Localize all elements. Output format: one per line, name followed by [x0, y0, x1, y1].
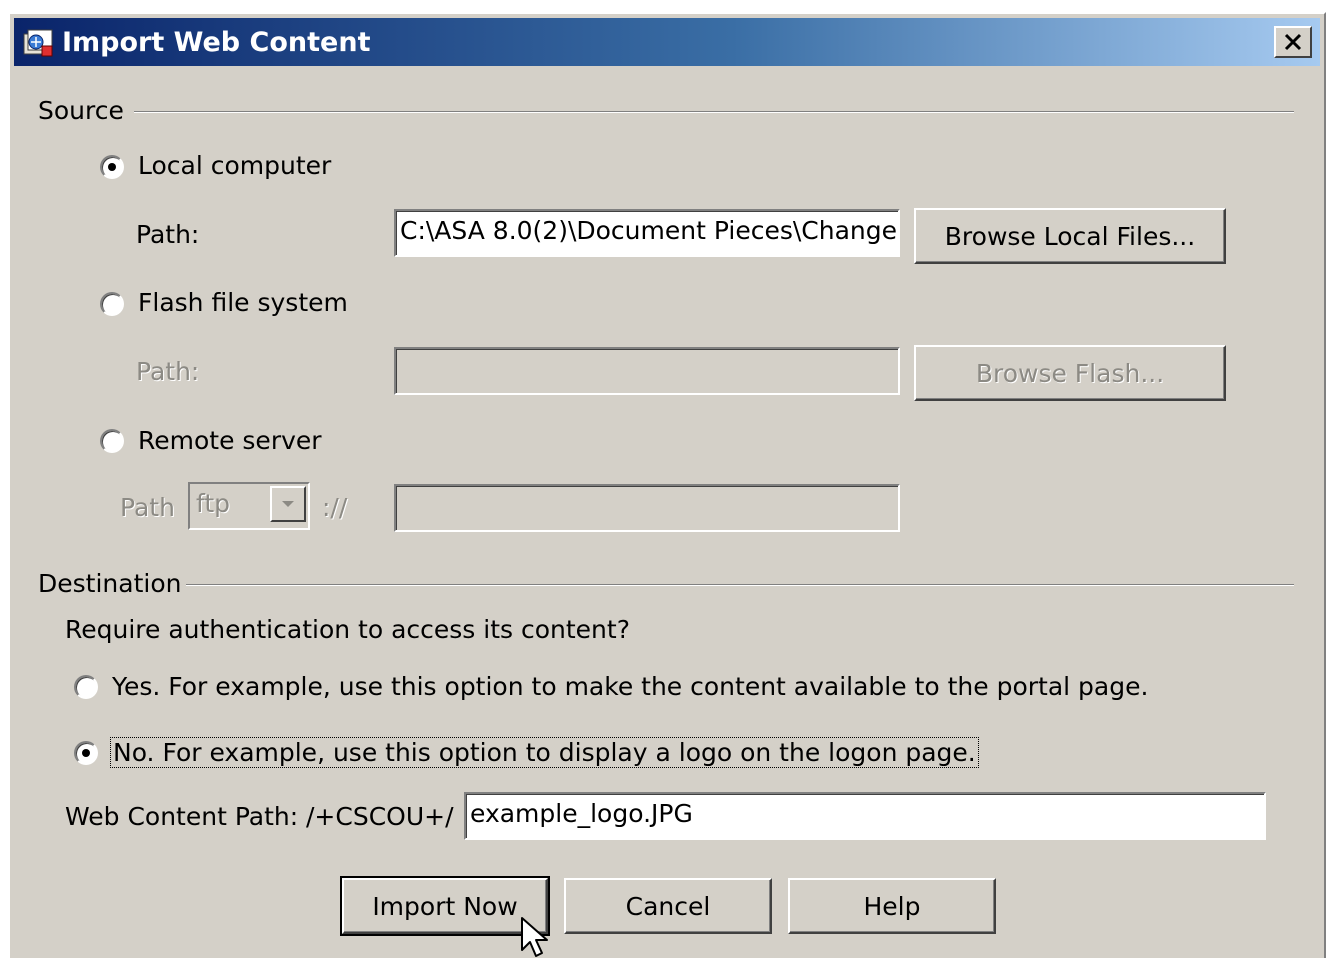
help-label: Help — [863, 891, 921, 921]
protocol-select[interactable]: ftp — [188, 482, 310, 530]
local-path-label: Path: — [136, 220, 200, 249]
auth-yes-label[interactable]: Yes. For example, use this option to mak… — [112, 672, 1148, 701]
destination-group-label: Destination — [38, 569, 182, 598]
close-icon — [1284, 33, 1302, 51]
local-computer-label[interactable]: Local computer — [138, 151, 331, 180]
close-button[interactable] — [1274, 26, 1312, 58]
import-now-label: Import Now — [372, 891, 518, 921]
auth-no-radio[interactable] — [74, 741, 98, 765]
web-content-path-label: Web Content Path: — [65, 802, 299, 831]
radio-selected-dot — [108, 163, 116, 171]
source-group-label: Source — [38, 96, 124, 125]
remote-server-label[interactable]: Remote server — [138, 426, 322, 455]
dialog-title: Import Web Content — [62, 27, 371, 58]
import-web-content-dialog: Import Web Content Source Local computer… — [8, 12, 1326, 958]
import-now-button[interactable]: Import Now — [340, 876, 550, 936]
local-computer-radio[interactable] — [100, 155, 124, 179]
browse-local-files-button[interactable]: Browse Local Files... — [914, 208, 1226, 264]
mouse-pointer-icon — [521, 917, 548, 957]
flash-path-input[interactable] — [394, 347, 900, 395]
local-path-input[interactable]: C:\ASA 8.0(2)\Document Pieces\Change t — [394, 209, 900, 257]
authentication-question: Require authentication to access its con… — [65, 615, 630, 644]
web-content-path-prefix: /+CSCOU+/ — [306, 802, 454, 831]
radio-selected-dot — [82, 749, 90, 757]
import-content-icon — [22, 28, 54, 58]
protocol-value: ftp — [196, 489, 231, 518]
url-separator: :// — [322, 493, 348, 522]
flash-path-label: Path: — [136, 357, 200, 386]
screen: Import Web Content Source Local computer… — [0, 0, 1330, 958]
cancel-button[interactable]: Cancel — [564, 878, 772, 934]
browse-flash-button[interactable]: Browse Flash... — [914, 345, 1226, 401]
remote-url-input[interactable] — [394, 484, 900, 532]
flash-file-system-radio[interactable] — [100, 292, 124, 316]
browse-flash-label: Browse Flash... — [975, 358, 1165, 388]
destination-divider — [186, 584, 1294, 586]
flash-file-system-label[interactable]: Flash file system — [138, 288, 348, 317]
remote-server-radio[interactable] — [100, 429, 124, 453]
source-divider — [134, 111, 1294, 113]
chevron-down-icon[interactable] — [270, 486, 306, 522]
browse-local-files-label: Browse Local Files... — [944, 221, 1196, 251]
help-button[interactable]: Help — [788, 878, 996, 934]
auth-no-label[interactable]: No. For example, use this option to disp… — [110, 737, 979, 768]
auth-yes-radio[interactable] — [74, 675, 98, 699]
web-content-path-input[interactable]: example_logo.JPG — [464, 792, 1266, 840]
remote-path-label: Path — [120, 493, 175, 522]
cancel-label: Cancel — [625, 891, 711, 921]
title-bar[interactable]: Import Web Content — [14, 18, 1320, 66]
